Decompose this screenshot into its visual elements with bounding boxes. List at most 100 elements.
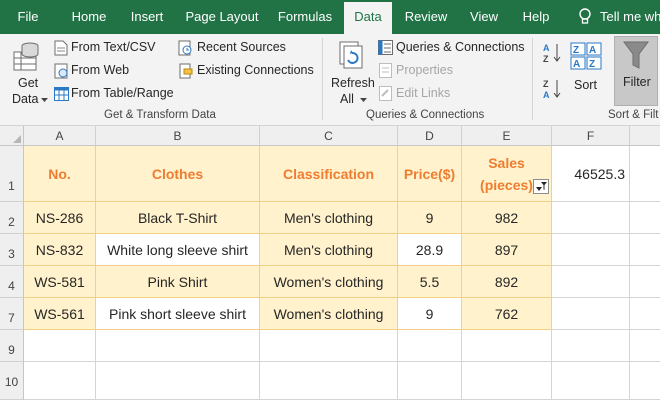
column-header-b[interactable]: B	[96, 126, 260, 146]
svg-text:A: A	[543, 43, 550, 53]
tab-insert[interactable]: Insert	[122, 0, 172, 34]
cell-g4[interactable]	[630, 266, 660, 298]
recent-sources-label: Recent Sources	[197, 40, 286, 54]
cell-e4[interactable]: 892	[462, 266, 552, 298]
tab-data[interactable]: Data	[344, 2, 392, 34]
row-header-4[interactable]: 4	[0, 266, 24, 298]
cell-a10[interactable]	[24, 362, 96, 400]
filter-label: Filter	[623, 75, 651, 89]
cell-c7[interactable]: Women's clothing	[260, 298, 398, 330]
tab-review[interactable]: Review	[398, 0, 454, 34]
filter-dropdown-button[interactable]	[533, 179, 549, 194]
tab-file[interactable]: File	[6, 0, 50, 34]
header-cell-classification[interactable]: Classification	[260, 146, 398, 202]
column-header-c[interactable]: C	[260, 126, 398, 146]
from-web-button[interactable]: From Web	[52, 61, 172, 81]
row-header-2[interactable]: 2	[0, 202, 24, 234]
cell-e9[interactable]	[462, 330, 552, 362]
row-header-7[interactable]: 7	[0, 298, 24, 330]
cell-e10[interactable]	[462, 362, 552, 400]
tell-me-search[interactable]: Tell me wh	[600, 0, 660, 34]
cell-g2[interactable]	[630, 202, 660, 234]
cell-c9[interactable]	[260, 330, 398, 362]
from-table-range-button[interactable]: From Table/Range	[52, 84, 176, 104]
cell-e7[interactable]: 762	[462, 298, 552, 330]
cell-g1[interactable]	[630, 146, 660, 202]
row-header-3[interactable]: 3	[0, 234, 24, 266]
row-header-10[interactable]: 10	[0, 362, 24, 400]
svg-text:A: A	[543, 90, 550, 100]
cell-b7[interactable]: Pink short sleeve shirt	[96, 298, 260, 330]
cell-a4[interactable]: WS-581	[24, 266, 96, 298]
row-header-1[interactable]: 1	[0, 146, 24, 202]
cell-a2[interactable]: NS-286	[24, 202, 96, 234]
column-header-f[interactable]: F	[552, 126, 630, 146]
cell-f2[interactable]	[552, 202, 630, 234]
svg-text:Z: Z	[573, 45, 579, 56]
cell-f1[interactable]: 46525.3	[552, 146, 630, 202]
tab-page-layout[interactable]: Page Layout	[180, 0, 264, 34]
tab-formulas[interactable]: Formulas	[272, 0, 338, 34]
queries-connections-button[interactable]: Queries & Connections	[376, 38, 525, 58]
select-all-corner[interactable]	[0, 126, 24, 146]
cell-f9[interactable]	[552, 330, 630, 362]
cell-f7[interactable]	[552, 298, 630, 330]
tab-view[interactable]: View	[462, 0, 506, 34]
worksheet-grid[interactable]: A B C D E F 1 2 3 4 7 9 10 No. Clothes C…	[0, 126, 660, 400]
refresh-all-button[interactable]: Refresh All	[328, 38, 375, 106]
column-header-d[interactable]: D	[398, 126, 462, 146]
cell-g9[interactable]	[630, 330, 660, 362]
connections-icon	[179, 63, 193, 79]
cell-g7[interactable]	[630, 298, 660, 330]
sales-header-line-1: Sales	[488, 154, 525, 171]
cell-f4[interactable]	[552, 266, 630, 298]
cell-c3[interactable]: Men's clothing	[260, 234, 398, 266]
column-header-g[interactable]	[630, 126, 660, 146]
column-header-e[interactable]: E	[462, 126, 552, 146]
get-data-button[interactable]: Get Data	[4, 38, 48, 106]
header-cell-no[interactable]: No.	[24, 146, 96, 202]
cell-b4[interactable]: Pink Shirt	[96, 266, 260, 298]
cell-b2[interactable]: Black T-Shirt	[96, 202, 260, 234]
recent-sources-button[interactable]: Recent Sources	[176, 38, 306, 58]
row-header-9[interactable]: 9	[0, 330, 24, 362]
cell-f10[interactable]	[552, 362, 630, 400]
column-header-a[interactable]: A	[24, 126, 96, 146]
cell-d9[interactable]	[398, 330, 462, 362]
cell-b10[interactable]	[96, 362, 260, 400]
svg-text:Z: Z	[543, 54, 549, 64]
cell-c10[interactable]	[260, 362, 398, 400]
cell-f3[interactable]	[552, 234, 630, 266]
filter-button[interactable]: Filter	[614, 36, 658, 106]
sort-descending-button[interactable]: Z A	[540, 76, 564, 102]
cell-b3[interactable]: White long sleeve shirt	[96, 234, 260, 266]
sort-button[interactable]: Z A A Z Sort	[566, 38, 606, 104]
queries-connections-label: Queries & Connections	[396, 40, 525, 54]
cell-g10[interactable]	[630, 362, 660, 400]
sort-ascending-button[interactable]: A Z	[540, 40, 564, 66]
cell-d10[interactable]	[398, 362, 462, 400]
from-text-csv-button[interactable]: From Text/CSV	[52, 38, 172, 58]
cell-a3[interactable]: NS-832	[24, 234, 96, 266]
cell-b9[interactable]	[96, 330, 260, 362]
web-page-icon	[54, 63, 68, 79]
header-cell-clothes[interactable]: Clothes	[96, 146, 260, 202]
cell-e2[interactable]: 982	[462, 202, 552, 234]
existing-connections-button[interactable]: Existing Connections	[176, 61, 316, 81]
cell-d2[interactable]: 9	[398, 202, 462, 234]
properties-button[interactable]: Properties	[376, 61, 476, 81]
cell-a9[interactable]	[24, 330, 96, 362]
cell-d7[interactable]: 9	[398, 298, 462, 330]
cell-d3[interactable]: 28.9	[398, 234, 462, 266]
cell-d4[interactable]: 5.5	[398, 266, 462, 298]
cell-c4[interactable]: Women's clothing	[260, 266, 398, 298]
cell-g3[interactable]	[630, 234, 660, 266]
cell-c2[interactable]: Men's clothing	[260, 202, 398, 234]
cell-e3[interactable]: 897	[462, 234, 552, 266]
edit-links-button[interactable]: Edit Links	[376, 84, 476, 104]
tab-help[interactable]: Help	[514, 0, 558, 34]
header-cell-price[interactable]: Price($)	[398, 146, 462, 202]
cell-a7[interactable]: WS-561	[24, 298, 96, 330]
group-label-sort-filter: Sort & Filt	[608, 109, 659, 121]
tab-home[interactable]: Home	[62, 0, 116, 34]
